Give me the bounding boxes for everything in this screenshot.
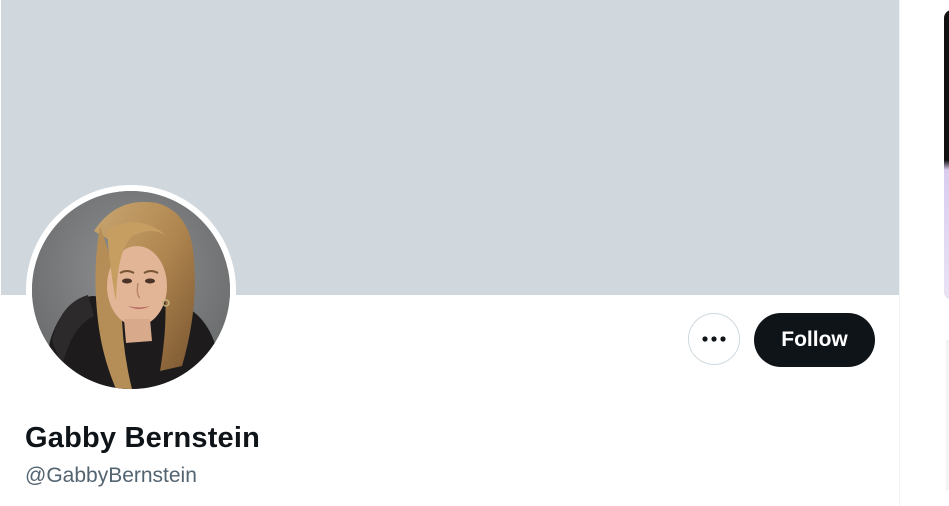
profile-handle: @GabbyBernstein [25, 464, 197, 487]
profile-page: Follow Gabby Bernstein @GabbyBernstein [0, 0, 949, 506]
avatar-photo [32, 191, 230, 389]
more-options-button[interactable] [688, 313, 740, 365]
avatar-border [26, 185, 236, 395]
more-horizontal-icon [702, 336, 726, 342]
avatar[interactable] [32, 191, 230, 389]
right-sidebar-card[interactable] [944, 10, 949, 300]
right-sidebar [900, 0, 949, 506]
profile-display-name: Gabby Bernstein [25, 422, 261, 454]
profile-column: Follow Gabby Bernstein @GabbyBernstein [0, 0, 900, 506]
follow-button[interactable]: Follow [754, 313, 875, 367]
